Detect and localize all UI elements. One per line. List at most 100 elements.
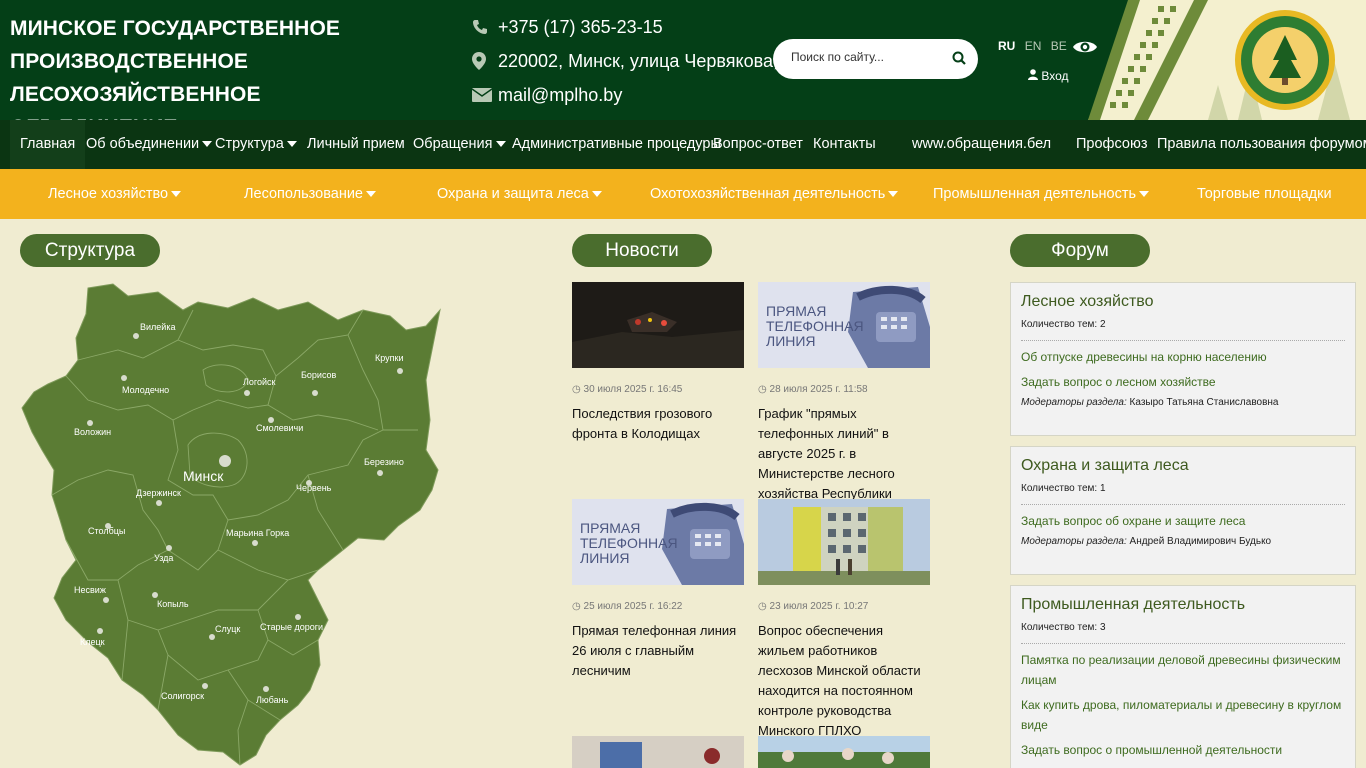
lang-be[interactable]: BE — [1051, 39, 1067, 53]
nav-about-label: Об объединении — [86, 136, 200, 152]
nav2-hunting[interactable]: Охотохозяйственная деятельность — [650, 169, 899, 219]
nav-personal-reception[interactable]: Личный прием — [307, 120, 405, 169]
nav-home[interactable]: Главная — [10, 120, 86, 169]
nav2-forestry[interactable]: Лесное хозяйство — [48, 169, 182, 219]
district-label-vileyka: Вилейка — [140, 322, 175, 332]
news-image-phone-line[interactable]: ПРЯМАЯ ТЕЛЕФОННАЯ ЛИНИЯ — [758, 282, 930, 368]
nav-admin-procedures[interactable]: Административные процедуры — [512, 120, 721, 169]
forum-topic-link[interactable]: Задать вопрос о промышленной деятельност… — [1021, 740, 1345, 760]
forum-topic-link[interactable]: Задать вопрос об охране и защите леса — [1021, 511, 1345, 531]
forum-section-industrial: Промышленная деятельность Количество тем… — [1010, 585, 1356, 768]
forum-moderators: Модераторы раздела: Казыро Татьяна Стани… — [1021, 397, 1345, 408]
nav-structure[interactable]: Структура — [215, 120, 297, 169]
forum-heading[interactable]: Форум — [1010, 234, 1150, 267]
clock-icon: ◷ — [758, 384, 770, 395]
forum-topic-link[interactable]: Об отпуске древесины на корню населению — [1021, 347, 1345, 367]
chevron-down-icon — [171, 191, 182, 198]
nav-about[interactable]: Об объединении — [86, 120, 213, 169]
moderator-name: Андрей Владимирович Будько — [1126, 536, 1272, 547]
org-title-line1: МИНСКОЕ ГОСУДАРСТВЕННОЕ — [10, 17, 340, 40]
email-row[interactable]: mail@mplho.by — [472, 78, 805, 112]
nav-contacts[interactable]: Контакты — [813, 120, 876, 169]
news-card[interactable]: ◷ 30 июля 2025 г. 16:45 Последствия гроз… — [572, 282, 744, 444]
nav2-industrial[interactable]: Промышленная деятельность — [933, 169, 1150, 219]
forum-section-title[interactable]: Промышленная деятельность — [1021, 596, 1345, 614]
news-card[interactable]: ПРЯМАЯ ТЕЛЕФОННАЯ ЛИНИЯ ◷ 28 июля 2025 г… — [758, 282, 930, 524]
nav2-forest-use[interactable]: Лесопользование — [244, 169, 376, 219]
district-label-krupki: Крупки — [375, 353, 404, 363]
phone-row[interactable]: +375 (17) 365-23-15 — [472, 10, 805, 44]
news-card[interactable]: ◷ 23 июля 2025 г. 10:27 Вопрос обеспечен… — [758, 499, 930, 741]
nav2-trade-platforms[interactable]: Торговые площадки — [1197, 169, 1332, 219]
news-title[interactable]: Прямая телефонная линия 26 июля с главны… — [572, 621, 744, 681]
chevron-down-icon — [202, 141, 213, 148]
nav-appeals-portal[interactable]: www.обращения.бел — [912, 120, 1051, 169]
login-link[interactable]: Вход — [1028, 69, 1069, 83]
nav-trade-union[interactable]: Профсоюз — [1076, 120, 1147, 169]
nav2-hunting-label: Охотохозяйственная деятельность — [650, 186, 886, 202]
district-label-uzda: Узда — [154, 553, 173, 563]
district-label-stolbtsy: Столбцы — [88, 526, 125, 536]
forum-section-title[interactable]: Лесное хозяйство — [1021, 293, 1345, 311]
district-label-volozhin: Воложин — [74, 427, 111, 437]
district-label-logoysk: Логойск — [243, 377, 276, 387]
header-ornament-emblem — [1088, 0, 1366, 120]
forum-section-title[interactable]: Охрана и защита леса — [1021, 457, 1345, 475]
forum-section-forestry: Лесное хозяйство Количество тем: 2 Об от… — [1010, 282, 1356, 436]
news-date: ◷ 23 июля 2025 г. 10:27 — [758, 601, 930, 615]
news-date-text: 23 июля 2025 г. 10:27 — [769, 601, 869, 612]
district-label-cherven: Червень — [296, 483, 332, 493]
nav-trade-union-label: Профсоюз — [1076, 136, 1148, 152]
district-label-kopyl: Копыль — [157, 599, 189, 609]
nav-forum-rules[interactable]: Правила пользования форумом — [1157, 120, 1366, 169]
news-image-conference[interactable] — [572, 736, 744, 768]
nav-contacts-label: Контакты — [813, 136, 876, 152]
nav2-trade-platforms-label: Торговые площадки — [1197, 186, 1332, 202]
news-date-text: 25 июля 2025 г. 16:22 — [583, 601, 683, 612]
nav-qa-label: Вопрос-ответ — [713, 136, 803, 152]
region-map[interactable]: Вилейка Крупки Молодечно Логойск Борисов… — [18, 280, 443, 768]
clock-icon: ◷ — [758, 601, 770, 612]
structure-heading: Структура — [20, 234, 160, 267]
search-icon[interactable] — [952, 51, 966, 70]
search-input[interactable] — [791, 50, 941, 64]
news-title[interactable]: Вопрос обеспечения жильем работников лес… — [758, 621, 930, 741]
lang-ru[interactable]: RU — [998, 39, 1015, 53]
nav-qa[interactable]: Вопрос-ответ — [713, 120, 803, 169]
contacts-block: +375 (17) 365-23-15 220002, Минск, улица… — [472, 10, 805, 112]
forum-moderators: Модераторы раздела: Андрей Владимирович … — [1021, 536, 1345, 547]
address-row: 220002, Минск, улица Червякова, 8А — [472, 44, 805, 78]
news-heading[interactable]: Новости — [572, 234, 712, 267]
chevron-down-icon — [366, 191, 376, 198]
news-title[interactable]: Последствия грозового фронта в Колодищах — [572, 404, 744, 444]
news-card[interactable]: ПРЯМАЯ ТЕЛЕФОННАЯ ЛИНИЯ ◷ 25 июля 2025 г… — [572, 499, 744, 681]
news-date: ◷ 25 июля 2025 г. 16:22 — [572, 601, 744, 615]
forum-topic-link[interactable]: Как купить дрова, пиломатериалы и древес… — [1021, 695, 1345, 735]
user-icon — [1028, 69, 1041, 83]
forum-topic-link[interactable]: Памятка по реализации деловой древесины … — [1021, 650, 1345, 690]
lang-en[interactable]: EN — [1025, 39, 1042, 53]
news-image-apartment-building[interactable] — [758, 499, 930, 585]
divider — [1021, 504, 1345, 505]
nav2-forest-protection[interactable]: Охрана и защита леса — [437, 169, 602, 219]
clock-icon: ◷ — [572, 384, 584, 395]
news-image-outdoor-event[interactable] — [758, 736, 930, 768]
district-label-maryina-gorka: Марьина Горка — [226, 528, 289, 538]
news-image-night[interactable] — [572, 282, 744, 368]
forum-topic-link[interactable]: Задать вопрос о лесном хозяйстве — [1021, 372, 1345, 392]
nav-structure-label: Структура — [215, 136, 284, 152]
news-date: ◷ 30 июля 2025 г. 16:45 — [572, 384, 744, 398]
chevron-down-icon — [286, 141, 297, 148]
district-label-kletsk: Клецк — [80, 637, 105, 647]
moderators-label: Модераторы раздела: — [1021, 536, 1127, 547]
forum-topic-count: Количество тем: 2 — [1021, 319, 1106, 330]
main-navigation: Главная Об объединении Структура Личный … — [0, 120, 1366, 169]
site-search — [773, 39, 978, 79]
news-image-phone-line[interactable]: ПРЯМАЯ ТЕЛЕФОННАЯ ЛИНИЯ — [572, 499, 744, 585]
district-label-lyuban: Любань — [256, 695, 289, 705]
chevron-down-icon — [495, 141, 506, 148]
nav-appeals[interactable]: Обращения — [413, 120, 506, 169]
nav2-forestry-label: Лесное хозяйство — [48, 186, 169, 202]
clock-icon: ◷ — [572, 601, 584, 612]
secondary-navigation: Лесное хозяйство Лесопользование Охрана … — [0, 169, 1366, 219]
